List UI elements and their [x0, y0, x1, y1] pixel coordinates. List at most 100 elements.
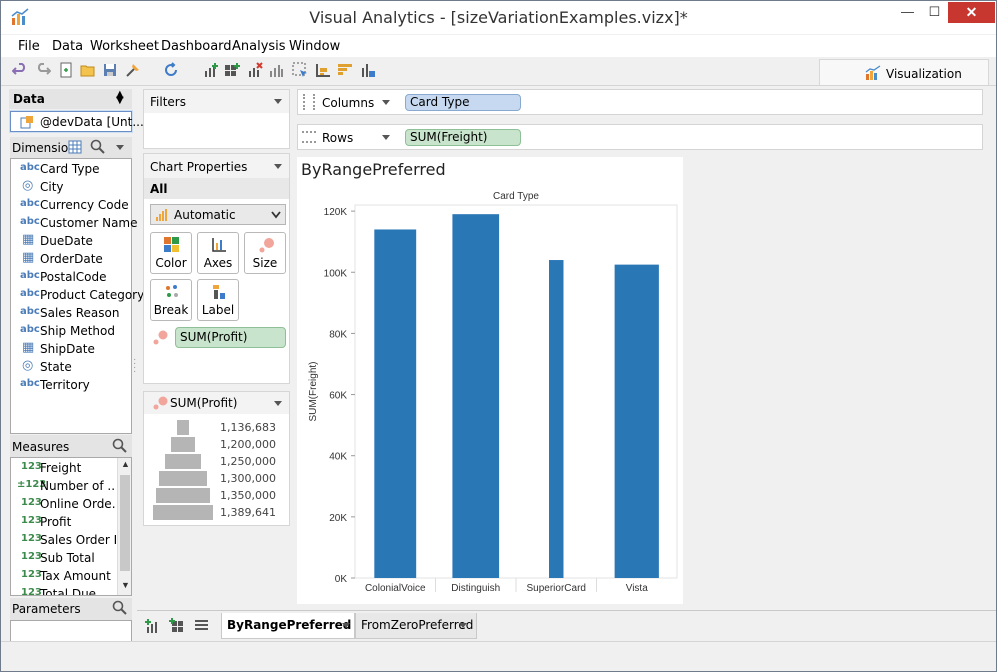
measure-item[interactable]: 123 Total Due: [11, 585, 116, 595]
measures-search-icon[interactable]: [112, 438, 128, 454]
dimension-item[interactable]: ◎ State: [11, 358, 131, 376]
menu-window[interactable]: Window: [289, 39, 340, 54]
add-worksheet-icon[interactable]: [145, 618, 161, 634]
scroll-up-icon[interactable]: ▲: [121, 459, 130, 469]
dimension-item[interactable]: ▦ ShipDate: [11, 340, 131, 358]
duplicate-sheet-icon[interactable]: [268, 62, 284, 78]
measures-scrollbar[interactable]: ▲ ▼: [117, 458, 131, 595]
menu-file[interactable]: File: [18, 39, 40, 54]
measure-label: Profit: [40, 515, 72, 529]
dimension-item[interactable]: abc Product Category: [11, 286, 144, 304]
measure-label: Tax Amount: [40, 569, 111, 583]
menu-data[interactable]: Data: [52, 39, 83, 54]
data-panel-sort-down-icon[interactable]: ▼: [116, 95, 124, 106]
filters-menu-icon[interactable]: [274, 99, 282, 104]
fit-icon[interactable]: [360, 62, 376, 78]
bar-superiorcard[interactable]: [549, 260, 564, 578]
undo-icon[interactable]: [12, 62, 28, 78]
select-icon[interactable]: [292, 62, 308, 78]
break-button[interactable]: Break: [150, 279, 192, 321]
measure-item[interactable]: 123 Online Orde...: [11, 495, 116, 513]
redo-icon[interactable]: [35, 62, 51, 78]
dimension-item[interactable]: ▦ OrderDate: [11, 250, 131, 268]
sheet-tab-menu-icon[interactable]: [342, 623, 350, 628]
bar-colonialvoice[interactable]: [374, 229, 417, 578]
bar-distinguish[interactable]: [452, 214, 500, 579]
parameters-search-icon[interactable]: [112, 600, 128, 616]
menu-dashboard[interactable]: Dashboard: [161, 39, 232, 54]
maximize-button[interactable]: ☐: [921, 2, 948, 23]
search-icon[interactable]: [90, 139, 106, 155]
rows-field-pill[interactable]: SUM(Freight): [405, 129, 521, 146]
break-button-label: Break: [153, 303, 189, 317]
new-worksheet-icon[interactable]: [203, 62, 219, 78]
sheet-tab-fromzeropreferred[interactable]: FromZeroPreferred: [355, 613, 477, 639]
scroll-down-icon[interactable]: ▼: [121, 580, 130, 590]
dimension-item[interactable]: abc Card Type: [11, 160, 131, 178]
dimension-item[interactable]: abc Sales Reason: [11, 304, 131, 322]
size-legend-icon: [153, 396, 168, 410]
string-type-icon: abc: [20, 270, 40, 281]
measure-item[interactable]: ±123 Number of ...: [11, 477, 116, 495]
chart-properties-menu-icon[interactable]: [274, 164, 282, 169]
columns-field-pill[interactable]: Card Type: [405, 94, 521, 111]
size-legend-menu-icon[interactable]: [274, 401, 282, 406]
minimize-button[interactable]: —: [894, 2, 921, 23]
measure-item[interactable]: 123 Tax Amount: [11, 567, 116, 585]
tab-visualization[interactable]: Visualization: [819, 59, 989, 85]
new-icon[interactable]: [58, 62, 74, 78]
color-icon: [164, 237, 179, 252]
label-button[interactable]: Label: [197, 279, 239, 321]
menu-analysis[interactable]: Analysis: [232, 39, 286, 54]
menu-worksheet[interactable]: Worksheet: [90, 39, 159, 54]
dimension-item[interactable]: abc Territory: [11, 376, 131, 394]
sheet-tab-byrangepreferred[interactable]: ByRangePreferred: [221, 613, 355, 639]
table-view-icon[interactable]: [68, 140, 82, 154]
add-dashboard-icon[interactable]: [169, 618, 185, 634]
measure-item[interactable]: 123Sales Order ID: [11, 531, 116, 549]
y-tick-label: 0K: [335, 574, 348, 585]
string-type-icon: abc: [20, 378, 40, 389]
sort-asc-icon[interactable]: [315, 62, 331, 78]
sheet-tab-menu-icon[interactable]: [459, 623, 467, 628]
dimensions-menu-icon[interactable]: [116, 145, 124, 150]
measure-item[interactable]: 123 Sub Total: [11, 549, 116, 567]
measure-label: Sub Total: [40, 551, 95, 565]
size-button[interactable]: Size: [244, 232, 286, 274]
dimension-item[interactable]: ▦ DueDate: [11, 232, 131, 250]
dimension-item[interactable]: abc Customer Name: [11, 214, 138, 232]
bar-vista[interactable]: [614, 264, 659, 578]
measure-item[interactable]: 123 Profit: [11, 513, 116, 531]
scrollbar-thumb[interactable]: [120, 475, 130, 571]
columns-shelf-menu-icon[interactable]: [382, 100, 390, 105]
dimension-item[interactable]: ◎ City: [11, 178, 131, 196]
x-tick-label: Vista: [626, 583, 648, 594]
refresh-icon[interactable]: [163, 62, 179, 78]
format-icon[interactable]: [125, 62, 141, 78]
dimension-item[interactable]: abc Ship Method: [11, 322, 131, 340]
dimension-item[interactable]: abc PostalCode: [11, 268, 131, 286]
close-button[interactable]: ✕: [948, 2, 995, 23]
measure-item[interactable]: 123 Freight: [11, 459, 116, 477]
datasource-selector[interactable]: @devData [Unt...: [9, 110, 144, 133]
dimension-item[interactable]: abc Currency Code: [11, 196, 131, 214]
clear-sheet-icon[interactable]: [247, 62, 263, 78]
new-dashboard-icon[interactable]: [224, 62, 240, 78]
save-icon[interactable]: [102, 62, 118, 78]
size-field-pill[interactable]: SUM(Profit): [175, 327, 286, 348]
open-icon[interactable]: [80, 62, 96, 78]
columns-shelf: Columns Card Type: [297, 89, 983, 115]
rows-shelf-menu-icon[interactable]: [382, 135, 390, 140]
properties-scope[interactable]: All: [144, 178, 289, 199]
mark-type-select[interactable]: Automatic: [150, 204, 286, 225]
size-legend-swatch: [177, 420, 189, 435]
sort-desc-icon[interactable]: [337, 62, 353, 78]
sheet-list-icon[interactable]: [194, 619, 209, 633]
string-type-icon: abc: [20, 324, 40, 335]
number-type-icon: 123: [21, 515, 42, 526]
axes-button[interactable]: Axes: [197, 232, 239, 274]
panel-splitter[interactable]: · · · ·: [133, 355, 136, 377]
color-button[interactable]: Color: [150, 232, 192, 274]
dimension-label: Customer Name: [40, 216, 138, 230]
string-type-icon: abc: [20, 288, 40, 299]
